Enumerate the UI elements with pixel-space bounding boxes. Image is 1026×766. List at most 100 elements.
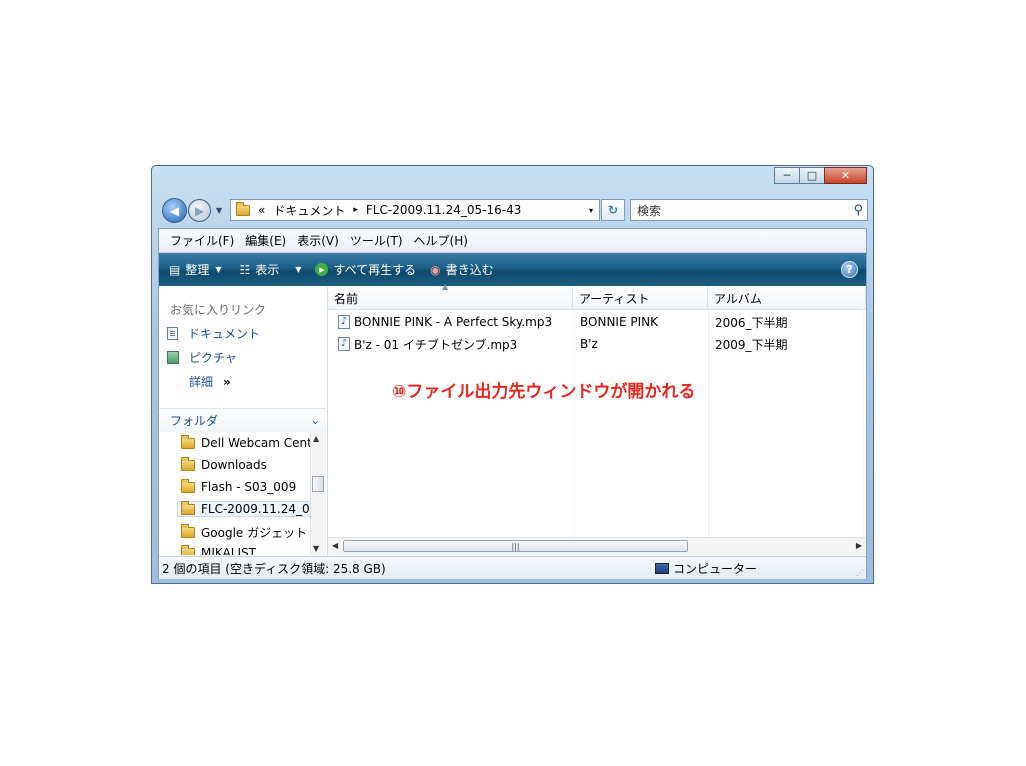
- tree-item-label: Downloads: [201, 458, 267, 472]
- favorite-link-pictures[interactable]: ピクチャ: [167, 349, 237, 366]
- favorite-links-title: お気に入りリンク: [170, 303, 267, 317]
- tree-item-label: Flash - S03_009: [201, 480, 297, 494]
- computer-icon: [655, 562, 669, 574]
- file-name: B'z - 01 イチブトゼンブ.mp3: [354, 337, 518, 352]
- file-list: ▲ 名前 アーティスト アルバム ♪ BONNIE PINK - A Perfec…: [328, 282, 866, 555]
- burn-button[interactable]: ◉ 書き込む: [430, 261, 494, 278]
- status-location-label: コンピューター: [673, 561, 758, 576]
- play-icon: ▶: [315, 263, 329, 276]
- views-button[interactable]: ☷ 表示 ▼: [240, 261, 302, 278]
- title-bar[interactable]: ─ □ ✕: [152, 166, 873, 194]
- maximize-button[interactable]: □: [799, 167, 825, 184]
- scroll-thumb[interactable]: |||: [343, 540, 688, 552]
- column-header-name[interactable]: ▲ 名前: [328, 282, 573, 309]
- refresh-button[interactable]: ↻: [601, 199, 625, 221]
- folders-header[interactable]: フォルダ ⌄: [159, 408, 326, 432]
- folder-tree: Dell Webcam Cent Downloads Flash - S03_0…: [159, 432, 326, 555]
- sort-ascending-icon: ▲: [442, 282, 449, 291]
- tree-item[interactable]: MIKALIST: [181, 544, 256, 555]
- scroll-right-icon[interactable]: ▶: [856, 541, 862, 550]
- folder-icon: [181, 544, 195, 555]
- window-controls: ─ □ ✕: [774, 167, 867, 184]
- command-bar: ▤ 整理 ▼ ☷ 表示 ▼ ▶ すべて再生する ◉ 書き込む ?: [159, 253, 866, 286]
- file-row[interactable]: ♪ B'z - 01 イチブトゼンブ.mp3 B'z 2009_下半期: [328, 334, 866, 354]
- close-button[interactable]: ✕: [824, 167, 867, 184]
- menu-view[interactable]: 表示(V): [297, 232, 339, 249]
- column-header-artist[interactable]: アーティスト: [573, 287, 708, 309]
- tree-item-label: MIKALIST: [201, 546, 256, 555]
- refresh-icon: ↻: [607, 203, 619, 217]
- column-header-album[interactable]: アルバム: [708, 287, 866, 309]
- music-file-icon: ♪: [338, 315, 350, 329]
- play-all-label: すべて再生する: [333, 263, 417, 277]
- address-overflow[interactable]: «: [258, 203, 265, 217]
- address-segment-current[interactable]: FLC-2009.11.24_05-16-43: [366, 203, 521, 217]
- file-artist: B'z: [580, 337, 598, 351]
- menu-file[interactable]: ファイル(F): [170, 232, 234, 249]
- status-item-count: 2 個の項目 (空きディスク領域: 25.8 GB): [162, 561, 386, 576]
- favorite-link-label: ドキュメント: [188, 327, 261, 341]
- menu-help[interactable]: ヘルプ(H): [414, 232, 468, 249]
- explorer-client: ファイル(F) 編集(E) 表示(V) ツール(T) ヘルプ(H) ▤ 整理 ▼…: [158, 228, 867, 579]
- chevron-down-icon: ▼: [215, 265, 222, 274]
- search-input[interactable]: 検索: [637, 202, 661, 219]
- burn-label: 書き込む: [445, 263, 494, 277]
- chevron-right-icon: »: [223, 374, 231, 389]
- scroll-left-icon[interactable]: ◀: [332, 541, 338, 550]
- navigation-pane: お気に入りリンク ドキュメント ピクチャ 詳細 » フォルダ ⌄ Dell We…: [159, 287, 328, 555]
- file-row[interactable]: ♪ BONNIE PINK - A Perfect Sky.mp3 BONNIE …: [328, 312, 866, 332]
- address-dropdown-icon[interactable]: ▾: [589, 206, 593, 215]
- file-list-hscrollbar[interactable]: ◀ ||| ▶: [328, 537, 866, 555]
- more-links[interactable]: 詳細 »: [189, 373, 231, 390]
- folder-icon: [181, 500, 195, 515]
- tree-item[interactable]: Flash - S03_009: [181, 478, 297, 494]
- more-label: 詳細: [189, 375, 214, 389]
- tree-item-selected[interactable]: FLC-2009.11.24_0: [177, 500, 314, 517]
- minimize-button[interactable]: ─: [774, 167, 800, 184]
- help-icon[interactable]: ?: [841, 261, 858, 278]
- scroll-down-icon[interactable]: ▼: [313, 544, 319, 553]
- organize-button[interactable]: ▤ 整理 ▼: [169, 261, 222, 278]
- search-icon[interactable]: ⚲: [853, 203, 863, 218]
- tree-item[interactable]: Downloads: [181, 456, 267, 472]
- address-separator-icon[interactable]: ▸: [353, 205, 358, 215]
- grip-lines: |||: [511, 541, 520, 551]
- back-arrow-icon: ◀: [169, 203, 180, 218]
- music-file-icon: ♪: [338, 337, 350, 351]
- tree-item[interactable]: Google ガジェット: [181, 524, 307, 541]
- tree-item[interactable]: Dell Webcam Cent: [181, 434, 312, 450]
- chevron-down-icon: ⌄: [310, 414, 320, 427]
- burn-disc-icon: ◉: [430, 262, 441, 277]
- folder-icon: [181, 434, 195, 449]
- menu-bar: ファイル(F) 編集(E) 表示(V) ツール(T) ヘルプ(H): [159, 229, 866, 253]
- folder-icon: [236, 201, 250, 216]
- tree-item-label: FLC-2009.11.24_0: [201, 502, 310, 516]
- pictures-icon: [167, 351, 179, 364]
- chevron-down-icon: ▼: [295, 265, 302, 274]
- explorer-window: ─ □ ✕ ◀ ▶ ▼ « ドキュメント ▸ FLC-2009.11.24_05…: [151, 165, 874, 584]
- play-all-button[interactable]: ▶ すべて再生する: [315, 261, 416, 278]
- status-location: コンピューター: [655, 560, 757, 577]
- back-button[interactable]: ◀: [162, 198, 187, 223]
- column-header-label: アーティスト: [579, 291, 650, 306]
- menu-tools[interactable]: ツール(T): [350, 232, 403, 249]
- forward-button[interactable]: ▶: [188, 199, 211, 222]
- resize-grip-icon[interactable]: ⋰: [856, 568, 864, 577]
- scroll-up-icon[interactable]: ▲: [313, 434, 319, 443]
- views-label: 表示: [255, 263, 280, 277]
- folder-icon: [181, 478, 195, 493]
- favorite-link-documents[interactable]: ドキュメント: [167, 325, 260, 342]
- column-header-label: 名前: [334, 291, 359, 306]
- address-segment-documents[interactable]: ドキュメント: [273, 202, 345, 219]
- search-box[interactable]: 検索 ⚲: [630, 199, 868, 221]
- menu-edit[interactable]: 編集(E): [245, 232, 286, 249]
- documents-icon: [167, 327, 178, 340]
- address-bar[interactable]: « ドキュメント ▸ FLC-2009.11.24_05-16-43 ▾: [230, 199, 600, 221]
- file-album: 2009_下半期: [715, 337, 788, 352]
- folders-title: フォルダ: [170, 414, 219, 428]
- scroll-thumb[interactable]: [312, 476, 324, 492]
- column-headers: ▲ 名前 アーティスト アルバム: [328, 282, 866, 310]
- folder-tree-scrollbar[interactable]: ▲ ▼: [310, 432, 326, 555]
- folder-icon: [181, 456, 195, 471]
- recent-pages-dropdown[interactable]: ▼: [216, 206, 222, 215]
